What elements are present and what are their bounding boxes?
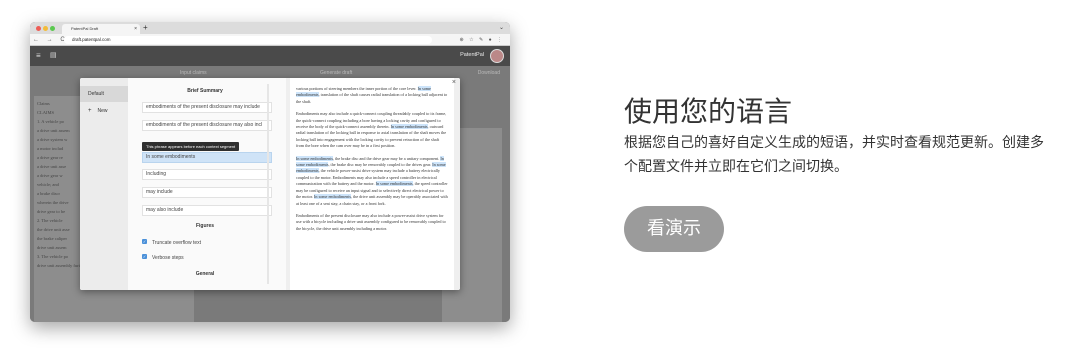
phrase-field-active[interactable]: In some embodiments (142, 152, 272, 163)
phrase-settings: Brief Summary embodiments of the present… (138, 78, 272, 290)
step-input-claims[interactable]: Input claims (180, 70, 207, 76)
preview-text: Embodiments of the present disclosure ma… (296, 212, 446, 231)
preview-text: , the brake disc and the drive gear may … (332, 155, 441, 161)
phrase-tooltip: This phrase appears before each context … (142, 142, 240, 151)
demo-button[interactable]: 看演示 (624, 206, 724, 252)
preview-text: , the brake disc may be removably couple… (328, 162, 433, 168)
profiles-sidebar: Default + New (80, 78, 128, 290)
settings-modal: Default + New Brief Summary embodiments o… (80, 78, 460, 290)
plus-icon: + (88, 108, 92, 114)
browser-toolbar-icons[interactable]: ⊕ ☆ ✎ ● ⋮ (460, 34, 504, 46)
app-header: ≡ ▤ PatentPal (30, 46, 510, 66)
document-icon[interactable]: ▤ (50, 51, 57, 59)
url-field[interactable]: draft.patentpal.com (64, 36, 432, 44)
preview-paragraph: Embodiments of the present disclosure ma… (296, 213, 448, 232)
chevron-down-icon[interactable]: ⌄ (499, 22, 504, 34)
feature-title: 使用您的语言 (624, 95, 793, 128)
avatar[interactable] (490, 49, 504, 63)
browser-addressbar: ← → C draft.patentpal.com ⊕ ☆ ✎ ● ⋮ (30, 34, 510, 46)
verbose-checkbox[interactable]: ✓ Verbose steps (142, 254, 184, 261)
phrase-field[interactable]: embodiments of the present disclosure ma… (142, 102, 272, 113)
menu-icon[interactable]: ≡ (36, 51, 41, 60)
highlighted-phrase: In some embodiments (375, 181, 413, 187)
minimize-window-dot[interactable] (43, 25, 48, 31)
preview-paragraph: In some embodiments, the brake disc and … (296, 155, 448, 207)
settings-scrollbar[interactable] (267, 84, 269, 284)
browser-titlebar: PatentPal Draft × + ⌄ (30, 22, 510, 34)
feature-description: 根据您自己的喜好自定义生成的短语，并实时查看规范更新。创建多个配置文件并立即在它… (624, 135, 1044, 175)
step-generate-draft[interactable]: Generate draft (320, 70, 352, 76)
highlighted-phrase: In some embodiments (390, 124, 428, 130)
phrase-field[interactable]: may also include (142, 205, 272, 216)
phrase-field[interactable]: Including (142, 169, 272, 180)
app-brand: PatentPal (460, 52, 484, 58)
checkbox-checked-icon: ✓ (142, 239, 147, 245)
preview-paragraph: Embodiments may also include a quick-con… (296, 111, 448, 149)
brief-summary-title: Brief Summary (187, 88, 223, 94)
preview-paragraph: various portions of steering members the… (296, 86, 448, 105)
new-profile-label: New (97, 108, 108, 114)
general-title: General (195, 271, 215, 277)
highlighted-phrase: In some embodiments (314, 194, 352, 200)
checkbox-checked-icon: ✓ (142, 254, 147, 260)
preview-text: , translation of the shaft causes radial… (296, 92, 448, 104)
close-window-dot[interactable] (36, 25, 41, 31)
close-icon[interactable]: × (452, 79, 456, 86)
spec-preview: various portions of steering members the… (286, 78, 460, 290)
figures-title: Figures (195, 223, 215, 229)
download-button[interactable]: Download (478, 70, 500, 76)
maximize-window-dot[interactable] (50, 25, 55, 31)
browser-tab[interactable]: PatentPal Draft × (62, 24, 140, 34)
verbose-label: Verbose steps (152, 255, 184, 261)
preview-page: various portions of steering members the… (290, 78, 454, 290)
preview-text: core lever. (399, 86, 418, 91)
preview-text: various portions of steering members the… (296, 86, 400, 91)
phrase-field[interactable]: embodiments of the present disclosure ma… (142, 120, 272, 131)
phrase-field[interactable]: may include (142, 187, 272, 198)
new-tab-icon[interactable]: + (143, 22, 148, 34)
nav-buttons[interactable]: ← → C (33, 34, 68, 46)
new-profile-button[interactable]: + New (88, 108, 108, 114)
truncate-label: Truncate overflow text (152, 240, 202, 246)
profile-default[interactable]: Default (80, 86, 128, 102)
tab-close-icon[interactable]: × (134, 24, 137, 34)
product-screenshot: PatentPal Draft × + ⌄ ← → C draft.patent… (30, 22, 510, 322)
highlighted-phrase: In some embodiments (296, 155, 333, 161)
tab-title: PatentPal Draft (71, 26, 99, 31)
truncate-checkbox[interactable]: ✓ Truncate overflow text (142, 239, 202, 246)
